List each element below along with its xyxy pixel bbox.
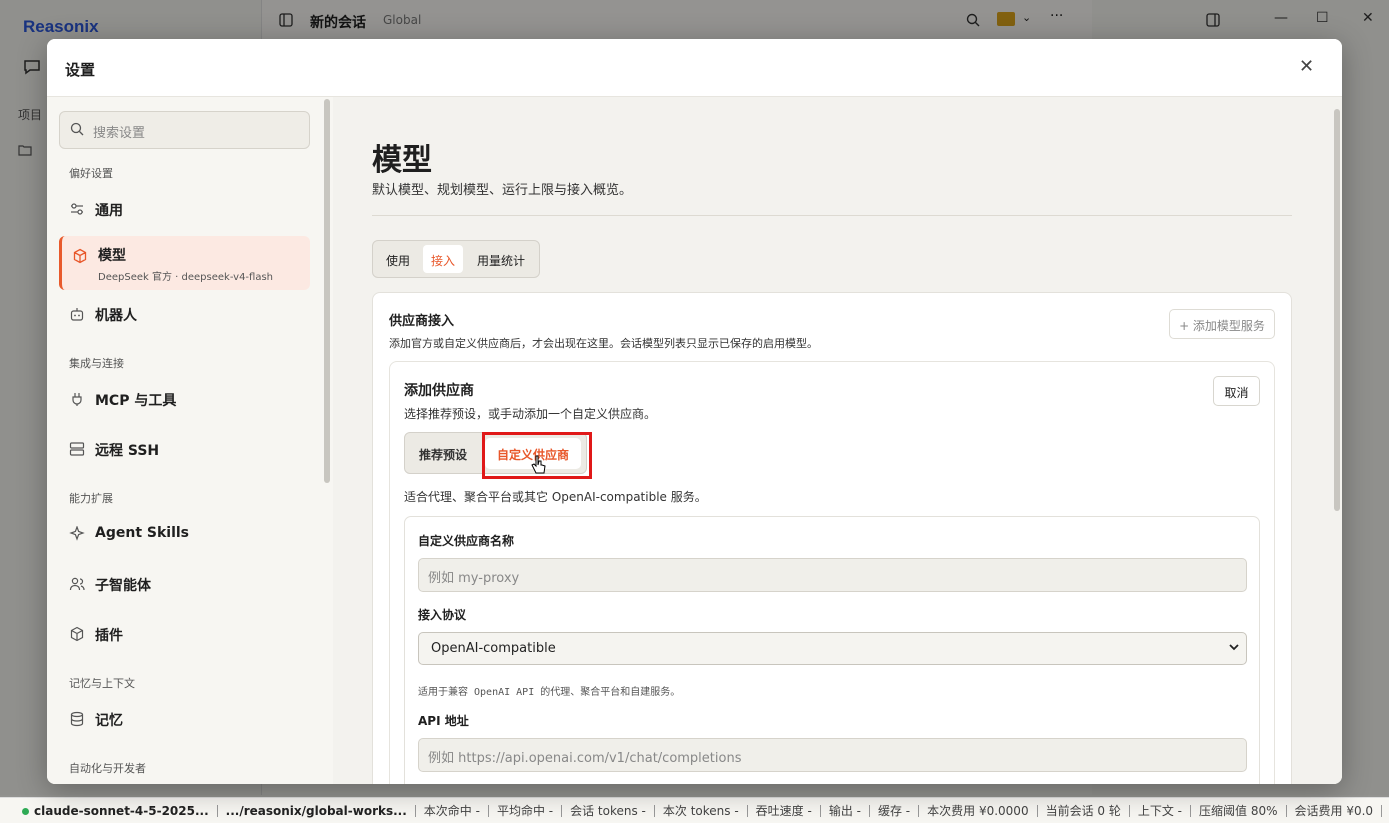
plug-icon — [72, 393, 82, 406]
api-url-input[interactable]: 例如 https://api.openai.com/v1/chat/comple… — [418, 738, 1247, 772]
sparkle-icon — [69, 526, 85, 541]
status-current-session: 当前会话 0 轮 — [1038, 804, 1130, 817]
sidebar-item-label: MCP 与工具 — [95, 393, 177, 409]
add-provider-panel: 添加供应商 选择推荐预设，或手动添加一个自定义供应商。 取消 推荐预设 自定义供… — [389, 361, 1275, 784]
sidebar-item-subagents[interactable]: 子智能体 — [59, 564, 310, 604]
sliders-icon — [71, 203, 83, 215]
server-icon — [69, 442, 85, 456]
sidebar-item-general[interactable]: 通用 — [59, 189, 310, 229]
tab-usage[interactable]: 使用 — [377, 245, 419, 273]
sidebar-scrollbar[interactable] — [324, 99, 330, 483]
add-provider-description: 选择推荐预设，或手动添加一个自定义供应商。 — [404, 407, 657, 421]
close-icon[interactable]: ✕ — [1299, 56, 1314, 77]
status-path[interactable]: .../reasonix/global-works... — [218, 804, 416, 817]
status-output: 输出 - — [821, 804, 870, 817]
status-hit-avg: 平均命中 - — [489, 804, 563, 817]
segment-preset[interactable]: 推荐预设 — [419, 446, 467, 463]
search-input[interactable]: 搜索设置 — [59, 111, 310, 149]
section-integrations: 集成与连接 — [69, 357, 124, 370]
chevron-down-icon — [1229, 644, 1239, 651]
tab-bar: 使用 接入 用量统计 — [372, 240, 540, 278]
sidebar-item-label: 机器人 — [95, 308, 137, 324]
protocol-label: 接入协议 — [418, 608, 467, 622]
section-memory: 记忆与上下文 — [69, 677, 135, 690]
sidebar-item-plugins[interactable]: 插件 — [59, 614, 310, 654]
provider-card-title: 供应商接入 — [389, 314, 455, 329]
modal-header: 设置 ✕ — [47, 39, 1342, 97]
status-compress: 压缩阈值 80% — [1191, 804, 1287, 817]
name-label: 自定义供应商名称 — [418, 534, 515, 548]
sidebar-item-label: Agent Skills — [95, 525, 190, 541]
section-capabilities: 能力扩展 — [69, 492, 113, 505]
sidebar-item-label: 远程 SSH — [95, 443, 160, 459]
provider-name-input[interactable]: 例如 my-proxy — [418, 558, 1247, 592]
status-session-cost: 会话费用 ¥0.0 — [1287, 804, 1383, 817]
provider-card-description: 添加官方或自定义供应商后，才会出现在这里。会话模型列表只显示已保存的启用模型。 — [389, 337, 818, 350]
sidebar-item-robot[interactable]: 机器人 — [59, 294, 310, 334]
protocol-hint: 适用于兼容 OpenAI API 的代理、聚合平台和自建服务。 — [418, 687, 681, 698]
divider — [372, 215, 1292, 216]
section-preferences: 偏好设置 — [69, 167, 113, 180]
cancel-button[interactable]: 取消 — [1213, 376, 1260, 406]
custom-provider-form: 自定义供应商名称 例如 my-proxy 接入协议 OpenAI-compati… — [404, 516, 1260, 784]
status-context: 上下文 - — [1130, 804, 1192, 817]
modal-title: 设置 — [65, 61, 96, 79]
protocol-value: OpenAI-compatible — [431, 641, 556, 656]
api-label: API 地址 — [418, 714, 469, 728]
status-dot-icon — [22, 807, 29, 815]
status-throughput: 吞吐速度 - — [748, 804, 821, 817]
sidebar-item-model[interactable]: 模型 DeepSeek 官方 · deepseek-v4-flash — [59, 236, 310, 290]
status-bar: claude-sonnet-4-5-2025... .../reasonix/g… — [0, 797, 1389, 823]
sidebar-item-label: 模型 — [98, 248, 126, 264]
sidebar-item-label: 插件 — [95, 628, 123, 644]
add-provider-title: 添加供应商 — [404, 383, 474, 399]
sidebar-item-ssh[interactable]: 远程 SSH — [59, 429, 310, 469]
settings-main: 模型 默认模型、规划模型、运行上限与接入概览。 使用 接入 用量统计 供应商接入… — [333, 97, 1342, 784]
status-session-tokens: 会话 tokens - — [562, 804, 655, 817]
status-this-tokens: 本次 tokens - — [655, 804, 748, 817]
sidebar-item-label: 子智能体 — [95, 578, 151, 594]
status-hit-this: 本次命中 - — [416, 804, 489, 817]
protocol-select[interactable]: OpenAI-compatible — [418, 632, 1247, 665]
app-window: Reasonix 项目 新的会话 Global ⌄ ··· — ☐ ✕ clau… — [0, 0, 1389, 823]
sidebar-item-sublabel: DeepSeek 官方 · deepseek-v4-flash — [98, 272, 274, 283]
add-model-service-button[interactable]: + 添加模型服务 — [1169, 309, 1275, 339]
status-model[interactable]: claude-sonnet-4-5-2025... — [14, 804, 218, 817]
settings-modal: 设置 ✕ 搜索设置 偏好设置 通用 模型 DeepSeek 官方 · deeps… — [47, 39, 1342, 784]
section-automation: 自动化与开发者 — [69, 762, 146, 775]
tab-access[interactable]: 接入 — [423, 245, 463, 273]
sidebar-item-agent-skills[interactable]: Agent Skills — [59, 514, 310, 554]
sidebar-item-memory[interactable]: 记忆 — [59, 699, 310, 739]
main-scrollbar[interactable] — [1334, 109, 1340, 511]
sidebar-item-label: 通用 — [95, 203, 123, 219]
status-cache: 缓存 - — [870, 804, 920, 817]
provider-card: 供应商接入 添加官方或自定义供应商后，才会出现在这里。会话模型列表只显示已保存的… — [372, 292, 1292, 784]
database-icon — [70, 711, 84, 727]
pointer-cursor-icon — [531, 455, 546, 474]
sidebar-item-mcp[interactable]: MCP 与工具 — [59, 379, 310, 419]
package-icon — [70, 626, 84, 642]
page-title: 模型 — [372, 143, 432, 178]
segment-description: 适合代理、聚合平台或其它 OpenAI-compatible 服务。 — [404, 490, 707, 504]
robot-icon — [70, 308, 84, 321]
search-placeholder: 搜索设置 — [93, 126, 146, 141]
cube-icon — [73, 248, 87, 264]
settings-sidebar: 搜索设置 偏好设置 通用 模型 DeepSeek 官方 · deepseek-v… — [47, 97, 333, 784]
page-description: 默认模型、规划模型、运行上限与接入概览。 — [372, 183, 633, 198]
tab-usage-stats[interactable]: 用量统计 — [469, 245, 533, 273]
sidebar-item-label: 记忆 — [95, 713, 123, 729]
search-icon — [70, 122, 84, 136]
users-icon — [69, 577, 85, 591]
status-this-cost: 本次费用 ¥0.0000 — [919, 804, 1038, 817]
